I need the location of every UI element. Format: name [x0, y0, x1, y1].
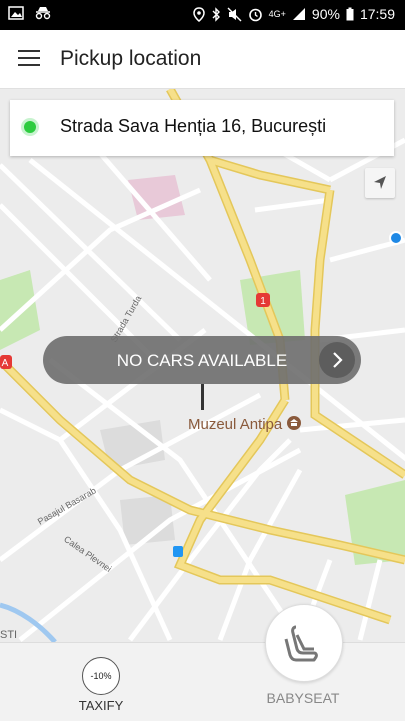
pickup-address-field[interactable]: Strada Sava Henția 16, București: [10, 100, 394, 156]
status-notifications: [8, 6, 52, 20]
poi-name: Muzeul Antipa: [188, 416, 283, 433]
map-edge-label: STI: [0, 629, 18, 641]
clock: 17:59: [359, 6, 395, 22]
page-title: Pickup location: [60, 47, 202, 70]
pickup-dot-icon: [24, 121, 36, 133]
status-bar: 4G+ 90% 17:59: [0, 0, 405, 30]
baby-seat-icon: [284, 625, 318, 662]
babyseat-option[interactable]: [265, 604, 343, 682]
hamburger-menu-icon[interactable]: [18, 50, 40, 66]
pickup-pin: [201, 384, 204, 410]
pickup-address: Strada Sava Henția 16, București: [60, 116, 327, 136]
bluetooth-icon: [212, 6, 220, 22]
mute-icon: [227, 7, 242, 21]
status-icons: 4G+ 90% 17:59: [192, 6, 395, 22]
current-location-dot: [389, 231, 403, 245]
chevron-right-button[interactable]: [319, 342, 355, 378]
chevron-right-icon: [333, 352, 343, 368]
museum-icon: [287, 416, 302, 430]
app-bar: Pickup location: [0, 30, 405, 89]
location-icon: [192, 6, 205, 22]
battery-percent: 90%: [311, 6, 340, 22]
route-badge-label: 1: [260, 296, 266, 307]
network-type: 4G+: [268, 9, 286, 19]
taxify-option-icon[interactable]: -10%: [82, 657, 120, 695]
battery-icon: [346, 7, 354, 21]
no-cars-label: NO CARS AVAILABLE: [116, 351, 288, 370]
incognito-icon: [35, 7, 51, 20]
signal-icon: [292, 8, 305, 20]
navigation-arrow-icon: [374, 176, 386, 189]
no-cars-banner[interactable]: NO CARS AVAILABLE: [43, 336, 361, 384]
route-badge-edge: A: [2, 358, 9, 369]
alarm-icon: [248, 8, 262, 21]
my-location-button[interactable]: [365, 168, 395, 198]
taxify-option-label[interactable]: TAXIFY: [60, 698, 142, 713]
image-icon: [8, 6, 24, 20]
poi-label[interactable]: Muzeul Antipa: [188, 415, 302, 433]
babyseat-option-label[interactable]: BABYSEAT: [255, 690, 351, 706]
discount-badge: -10%: [90, 671, 112, 681]
